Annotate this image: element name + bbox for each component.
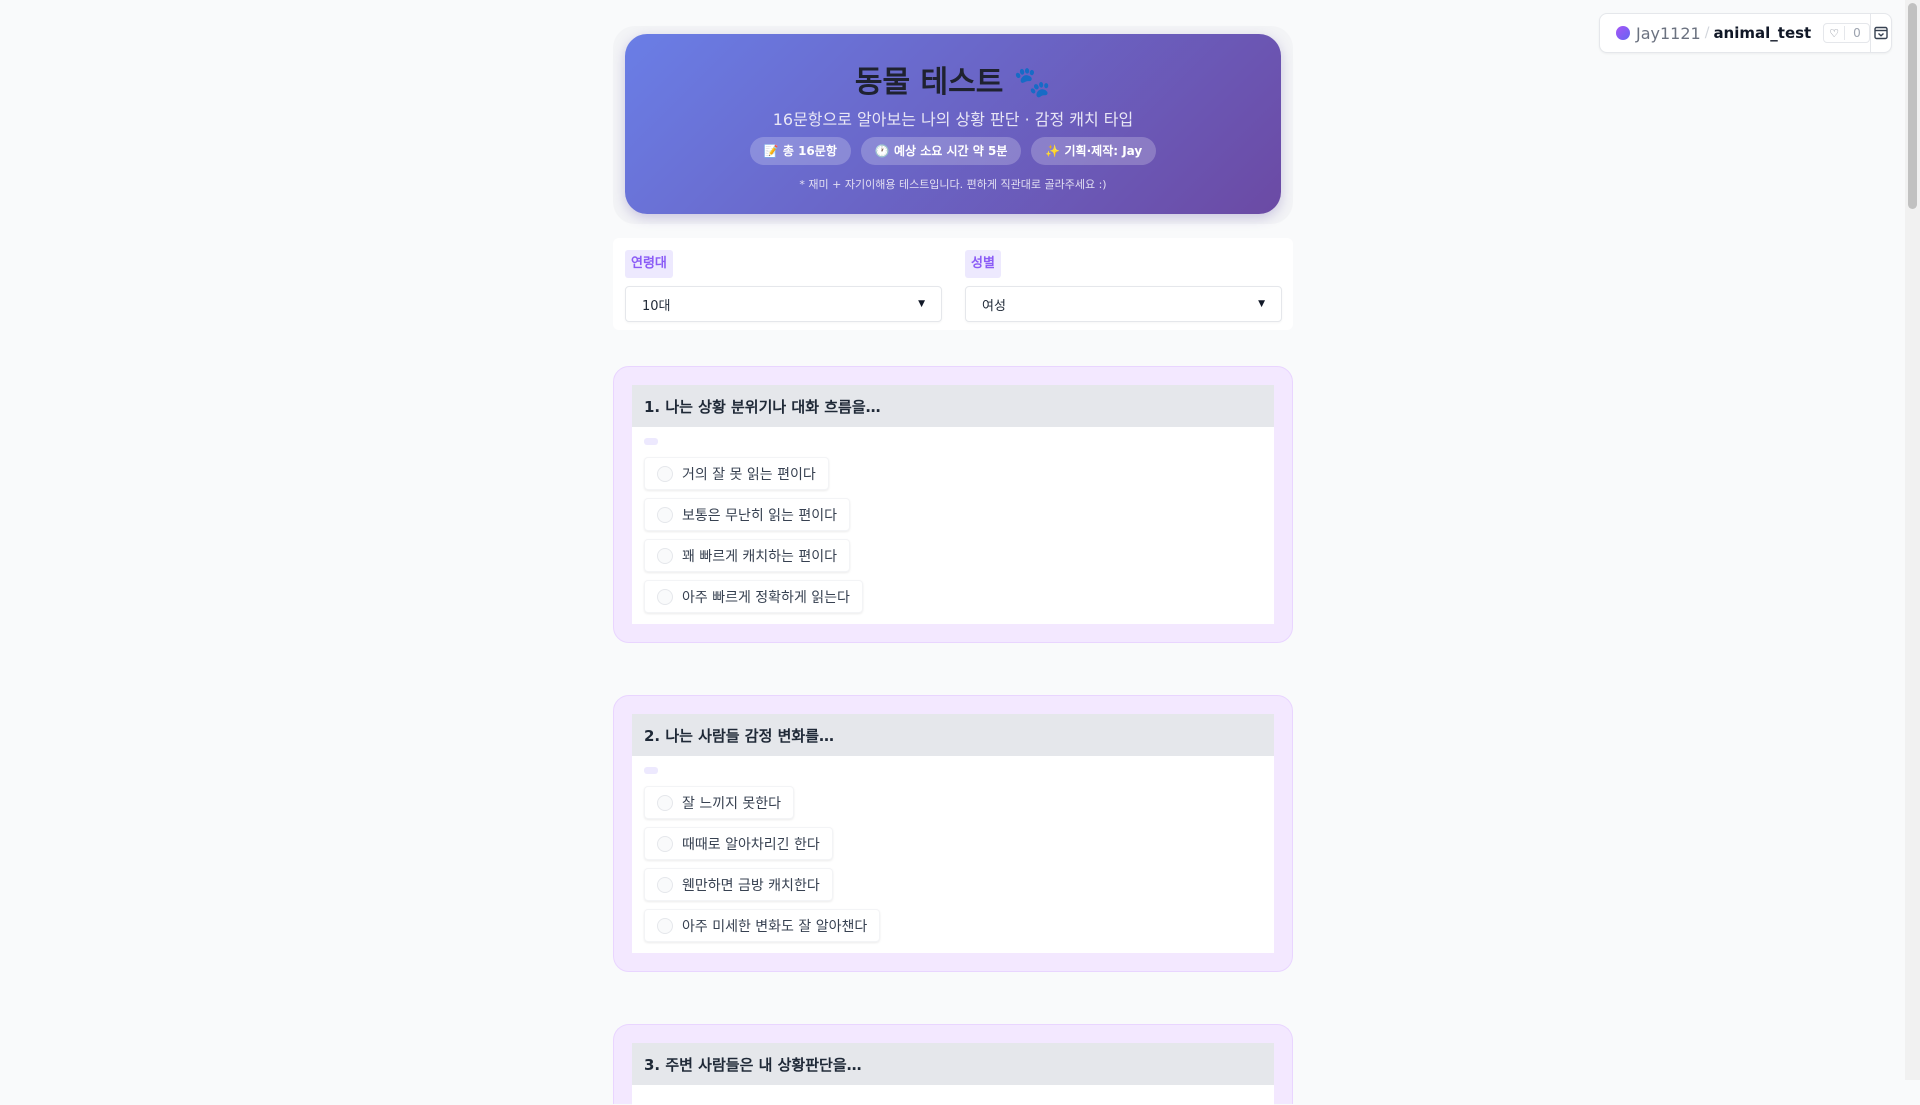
page-title: 동물 테스트 🐾 — [854, 65, 1052, 100]
question-title: 1. 나는 상황 분위기나 대화 흐름을… — [632, 385, 1274, 427]
option-list: 잘 느끼지 못한다 때때로 알아차리긴 한다 웬만하면 금방 캐치한다 아주 미… — [632, 774, 1274, 942]
option-2-1[interactable]: 잘 느끼지 못한다 — [644, 786, 795, 819]
path-separator: / — [1704, 25, 1710, 41]
info-badges: 📝 총 16문항 🕐 예상 소요 시간 약 5분 ✨ 기획·제작: Jay — [625, 137, 1281, 165]
caret-down-icon: ▼ — [1258, 299, 1265, 309]
age-value: 10대 — [642, 298, 671, 314]
like-count: 0 — [1844, 26, 1869, 40]
option-label: 때때로 알아차리긴 한다 — [682, 836, 820, 853]
header-card: 동물 테스트 🐾 16문항으로 알아보는 나의 상황 판단 · 감정 캐치 타입… — [625, 34, 1281, 214]
radio-button[interactable] — [657, 547, 673, 564]
option-1-4[interactable]: 아주 빠르게 정확하게 읽는다 — [644, 580, 863, 613]
radio-button[interactable] — [657, 917, 673, 934]
option-1-2[interactable]: 보통은 무난히 읽는 편이다 — [644, 498, 851, 531]
option-2-2[interactable]: 때때로 알아차리긴 한다 — [644, 827, 833, 860]
question-panel: 1. 나는 상황 분위기나 대화 흐름을… 거의 잘 못 읽는 편이다 보통은 … — [632, 385, 1274, 624]
age-group: 연령대 10대 ▼ — [625, 250, 942, 322]
page-subtitle: 16문항으로 알아보는 나의 상황 판단 · 감정 캐치 타입 — [772, 110, 1134, 129]
badge-author: ✨ 기획·제작: Jay — [1031, 137, 1157, 165]
question-title: 3. 주변 사람들은 내 상황판단을… — [632, 1043, 1274, 1085]
question-title: 2. 나는 사람들 감정 변화를… — [632, 714, 1274, 756]
radio-button[interactable] — [657, 835, 673, 852]
heart-icon: ♡ — [1829, 26, 1840, 40]
gender-label: 성별 — [965, 250, 1001, 278]
space-owner-link[interactable]: Jay1121 / animal_test ♡ 0 — [1600, 14, 1870, 52]
option-label: 아주 빠르게 정확하게 읽는다 — [682, 589, 850, 606]
question-card-2: 2. 나는 사람들 감정 변화를… 잘 느끼지 못한다 때때로 알아차리긴 한다… — [613, 695, 1293, 972]
option-label: 보통은 무난히 읽는 편이다 — [682, 507, 838, 524]
disclaimer-note: * 재미 + 자기이해용 테스트입니다. 편하게 직관대로 골라주세요 :) — [799, 178, 1107, 191]
option-list: 거의 잘 못 읽는 편이다 보통은 무난히 읽는 편이다 꽤 빠르게 캐치하는 … — [632, 445, 1274, 613]
question-card-1: 1. 나는 상황 분위기나 대화 흐름을… 거의 잘 못 읽는 편이다 보통은 … — [613, 366, 1293, 643]
collapse-header-button[interactable] — [1869, 14, 1891, 52]
option-label: 꽤 빠르게 캐치하는 편이다 — [682, 548, 838, 565]
space-name[interactable]: animal_test — [1713, 24, 1811, 42]
question-panel: 3. 주변 사람들은 내 상황판단을… — [632, 1043, 1274, 1105]
question-card-3: 3. 주변 사람들은 내 상황판단을… — [613, 1024, 1293, 1105]
option-2-3[interactable]: 웬만하면 금방 캐치한다 — [644, 868, 833, 901]
caret-down-icon: ▼ — [918, 299, 925, 309]
radio-button[interactable] — [657, 876, 673, 893]
option-label: 거의 잘 못 읽는 편이다 — [682, 466, 816, 483]
collapse-icon — [1874, 26, 1888, 40]
gender-dropdown[interactable]: 여성 ▼ — [965, 286, 1282, 322]
avatar — [1616, 26, 1630, 40]
option-label: 아주 미세한 변화도 잘 알아챈다 — [682, 918, 868, 935]
gender-group: 성별 여성 ▼ — [965, 250, 1282, 322]
radio-button[interactable] — [657, 794, 673, 811]
badge-duration: 🕐 예상 소요 시간 약 5분 — [860, 137, 1022, 165]
age-dropdown[interactable]: 10대 ▼ — [625, 286, 942, 322]
like-button[interactable]: ♡ 0 — [1823, 23, 1870, 43]
info-pill — [644, 767, 658, 774]
option-label: 웬만하면 금방 캐치한다 — [682, 877, 820, 894]
scrollbar-thumb[interactable] — [1908, 3, 1917, 209]
radio-button[interactable] — [657, 588, 673, 605]
radio-button[interactable] — [657, 506, 673, 523]
badge-question-count: 📝 총 16문항 — [749, 137, 851, 165]
space-header-widget: Jay1121 / animal_test ♡ 0 — [1599, 13, 1892, 53]
option-label: 잘 느끼지 못한다 — [682, 795, 782, 812]
question-panel: 2. 나는 사람들 감정 변화를… 잘 느끼지 못한다 때때로 알아차리긴 한다… — [632, 714, 1274, 953]
gender-value: 여성 — [982, 298, 1006, 314]
demographics-section: 연령대 10대 ▼ 성별 여성 ▼ — [613, 238, 1293, 330]
owner-username[interactable]: Jay1121 — [1636, 24, 1701, 43]
page-scrollbar[interactable] — [1905, 0, 1920, 1080]
info-pill — [644, 438, 658, 445]
age-label: 연령대 — [625, 250, 673, 278]
radio-button[interactable] — [657, 465, 673, 482]
option-1-1[interactable]: 거의 잘 못 읽는 편이다 — [644, 457, 829, 490]
option-2-4[interactable]: 아주 미세한 변화도 잘 알아챈다 — [644, 909, 881, 942]
option-1-3[interactable]: 꽤 빠르게 캐치하는 편이다 — [644, 539, 851, 572]
